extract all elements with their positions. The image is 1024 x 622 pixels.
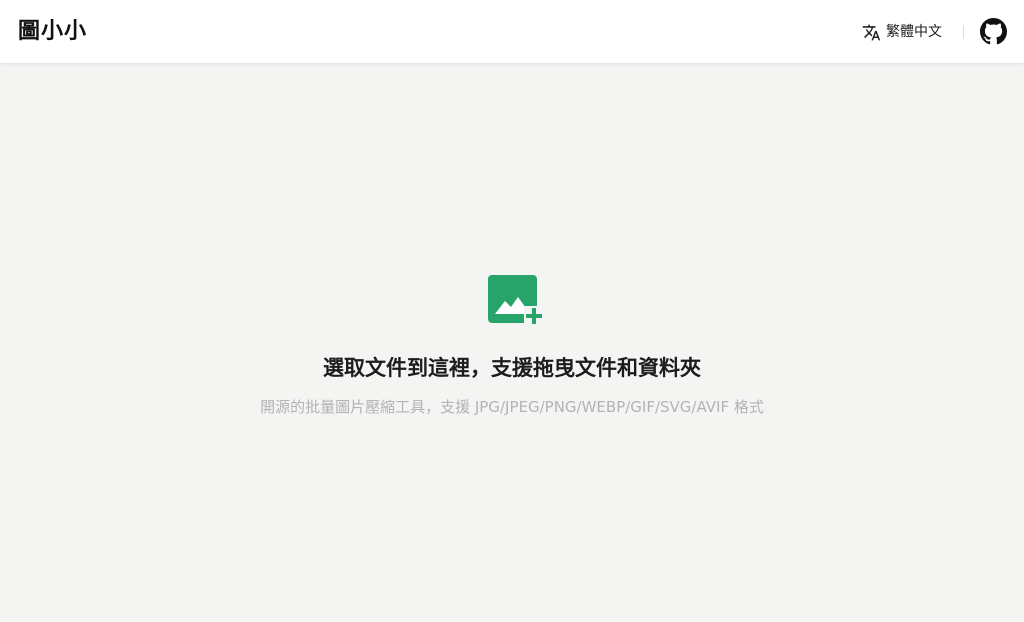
language-label: 繁體中文 — [886, 24, 942, 40]
add-image-icon — [488, 275, 544, 326]
dropzone-subtitle: 開源的批量圖片壓縮工具，支援 JPG/JPEG/PNG/WEBP/GIF/SVG… — [260, 398, 764, 416]
app-logo[interactable]: 圖小小 — [18, 17, 87, 47]
dropzone-title: 選取文件到這裡，支援拖曳文件和資料夾 — [323, 356, 701, 380]
translate-icon — [862, 23, 881, 42]
header-divider — [963, 25, 964, 39]
language-switch[interactable]: 繁體中文 — [862, 20, 942, 44]
top-header: 圖小小 繁體中文 — [0, 0, 1024, 64]
file-dropzone[interactable]: 選取文件到這裡，支援拖曳文件和資料夾 開源的批量圖片壓縮工具，支援 JPG/JP… — [0, 65, 1024, 622]
github-link[interactable] — [980, 18, 1007, 45]
github-icon — [980, 18, 1007, 45]
